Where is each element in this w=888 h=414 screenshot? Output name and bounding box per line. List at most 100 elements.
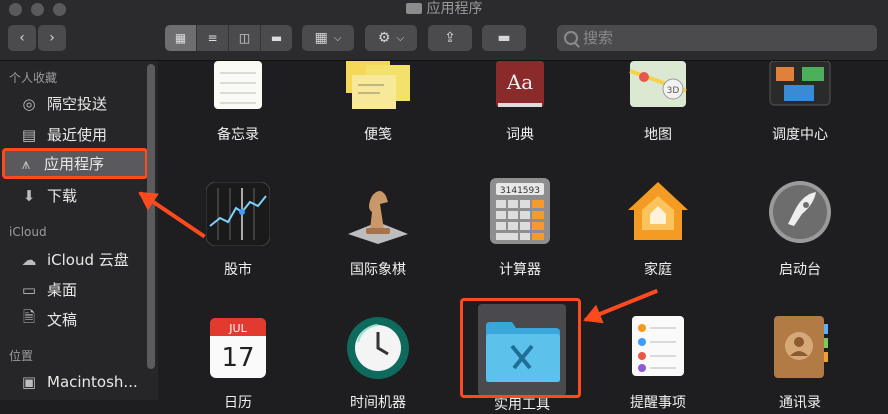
sidebar-item-icloud-drive[interactable]: ☁ iCloud 云盘: [4, 246, 144, 273]
sidebar-item-desktop[interactable]: ▭ 桌面: [4, 276, 144, 303]
app-home[interactable]: 家庭: [598, 178, 718, 282]
chevron-left-icon: ‹: [19, 30, 25, 46]
action-menu-button[interactable]: ⚙ ⌵: [365, 25, 417, 51]
home-icon: [628, 182, 688, 240]
app-dictionary[interactable]: Aa 词典: [460, 61, 580, 143]
app-label: 调度中心: [772, 127, 828, 143]
app-label: 家庭: [644, 262, 672, 278]
app-label: 启动台: [779, 262, 821, 278]
dictionary-icon: Aa: [496, 61, 544, 107]
app-label: 时间机器: [350, 395, 406, 411]
toolbar: 应用程序 ‹ › ▦ ≡ ◫ ▬ ▦ ⌵ ⚙ ⌵ ⇪ ▬ 搜索: [0, 0, 888, 61]
group-by-button[interactable]: ▦ ⌵: [302, 25, 354, 51]
sidebar-item-label: 文稿: [47, 311, 78, 329]
documents-icon: 🗎: [22, 308, 36, 326]
chess-icon: [348, 191, 408, 244]
column-view-button[interactable]: ◫: [229, 25, 261, 51]
sidebar-item-label: 应用程序: [44, 155, 105, 173]
stocks-icon: [206, 182, 270, 246]
share-icon: ⇪: [444, 30, 456, 46]
sidebar-item-applications[interactable]: ⩚ 应用程序: [2, 148, 148, 179]
sidebar-item-downloads[interactable]: ⬇ 下载: [4, 182, 144, 209]
back-button[interactable]: ‹: [8, 25, 36, 51]
stickies-icon: [346, 61, 410, 109]
app-label: 通讯录: [779, 395, 821, 411]
utilities-highlight-box: [460, 298, 581, 398]
edit-tags-button[interactable]: ▬: [482, 25, 526, 51]
sidebar-item-label: 最近使用: [47, 126, 108, 144]
app-chess[interactable]: 国际象棋: [318, 178, 438, 282]
app-label: 提醒事项: [630, 395, 686, 411]
sidebar-item-documents[interactable]: 🗎 文稿: [4, 306, 144, 333]
contacts-icon: [774, 316, 828, 378]
app-label: 备忘录: [217, 127, 259, 143]
sidebar-item-recents[interactable]: ▤ 最近使用: [4, 121, 144, 148]
tag-icon: ▬: [497, 30, 511, 46]
share-button[interactable]: ⇪: [428, 25, 472, 51]
sidebar-item-macintosh-hd[interactable]: ▣ Macintosh...: [4, 368, 144, 395]
gallery-icon: ▬: [270, 31, 283, 45]
icloud-header: iCloud: [9, 225, 47, 239]
app-label: 国际象棋: [350, 262, 406, 278]
app-calendar[interactable]: JUL 17 日历: [178, 312, 298, 411]
app-label: 计算器: [499, 262, 541, 278]
desktop-icon: ▭: [21, 280, 37, 299]
sidebar-item-airdrop[interactable]: ◎ 隔空投送: [4, 90, 144, 117]
app-stickies[interactable]: 便笺: [318, 61, 438, 143]
gallery-view-button[interactable]: ▬: [261, 25, 292, 51]
columns-icon: ◫: [238, 31, 251, 45]
view-mode-segment: ▦ ≡ ◫ ▬: [165, 25, 292, 51]
app-contacts[interactable]: 通讯录: [740, 312, 860, 411]
grid-icon: ▦: [174, 31, 187, 45]
search-placeholder: 搜索: [583, 29, 614, 47]
mission-control-icon: [769, 61, 831, 106]
svg-text:Aa: Aa: [506, 70, 533, 94]
svg-text:3141593: 3141593: [500, 186, 540, 196]
window-title: 应用程序: [426, 1, 483, 17]
app-label: 词典: [506, 127, 534, 143]
airdrop-icon: ◎: [22, 94, 36, 113]
maps-icon: 3D: [629, 61, 687, 107]
app-reminders[interactable]: 提醒事项: [598, 312, 718, 411]
recents-icon: ▤: [21, 125, 37, 144]
launchpad-icon: [769, 181, 831, 243]
calendar-icon: JUL 17: [210, 318, 266, 378]
sidebar-item-label: 隔空投送: [47, 95, 108, 113]
sidebar-item-label: iCloud 云盘: [47, 251, 129, 269]
list-view-button[interactable]: ≡: [197, 25, 229, 51]
locations-header: 位置: [9, 349, 34, 363]
time-machine-icon: [347, 317, 409, 379]
sidebar-scrollbar[interactable]: [147, 64, 155, 369]
app-time-machine[interactable]: 时间机器: [318, 312, 438, 411]
calculator-icon: 3141593: [490, 178, 550, 244]
icon-view-button[interactable]: ▦: [165, 25, 197, 51]
search-icon: [564, 31, 578, 45]
reminders-icon: [632, 316, 684, 376]
window-title-bar: 应用程序: [0, 0, 888, 18]
favorites-header: 个人收藏: [9, 71, 58, 85]
downloads-icon: ⬇: [22, 186, 36, 205]
list-icon: ≡: [207, 31, 218, 45]
app-launchpad[interactable]: 启动台: [740, 178, 860, 282]
forward-button[interactable]: ›: [38, 25, 66, 51]
applications-icon: ⩚: [21, 154, 31, 173]
chevron-down-icon: ⌵: [396, 32, 405, 44]
search-field[interactable]: 搜索: [557, 25, 877, 51]
folder-icon: [405, 3, 422, 14]
sidebar-item-label: 桌面: [47, 281, 78, 299]
chevron-right-icon: ›: [49, 30, 55, 46]
cloud-icon: ☁: [21, 250, 37, 269]
app-maps[interactable]: 3D 地图: [598, 61, 718, 143]
svg-text:17: 17: [221, 343, 254, 373]
gear-icon: ⚙: [377, 30, 391, 46]
notes-icon: [214, 61, 262, 109]
app-label: 日历: [224, 395, 252, 411]
app-label: 股市: [224, 262, 252, 278]
app-label: 地图: [644, 127, 672, 143]
group-grid-icon: ▦: [314, 30, 328, 46]
chevron-down-icon: ⌵: [333, 32, 342, 44]
app-mission-control[interactable]: 调度中心: [740, 61, 860, 143]
sidebar-item-label: Macintosh...: [47, 372, 138, 391]
app-notes[interactable]: 备忘录: [178, 61, 298, 143]
app-calculator[interactable]: 3141593 计算器: [460, 178, 580, 282]
